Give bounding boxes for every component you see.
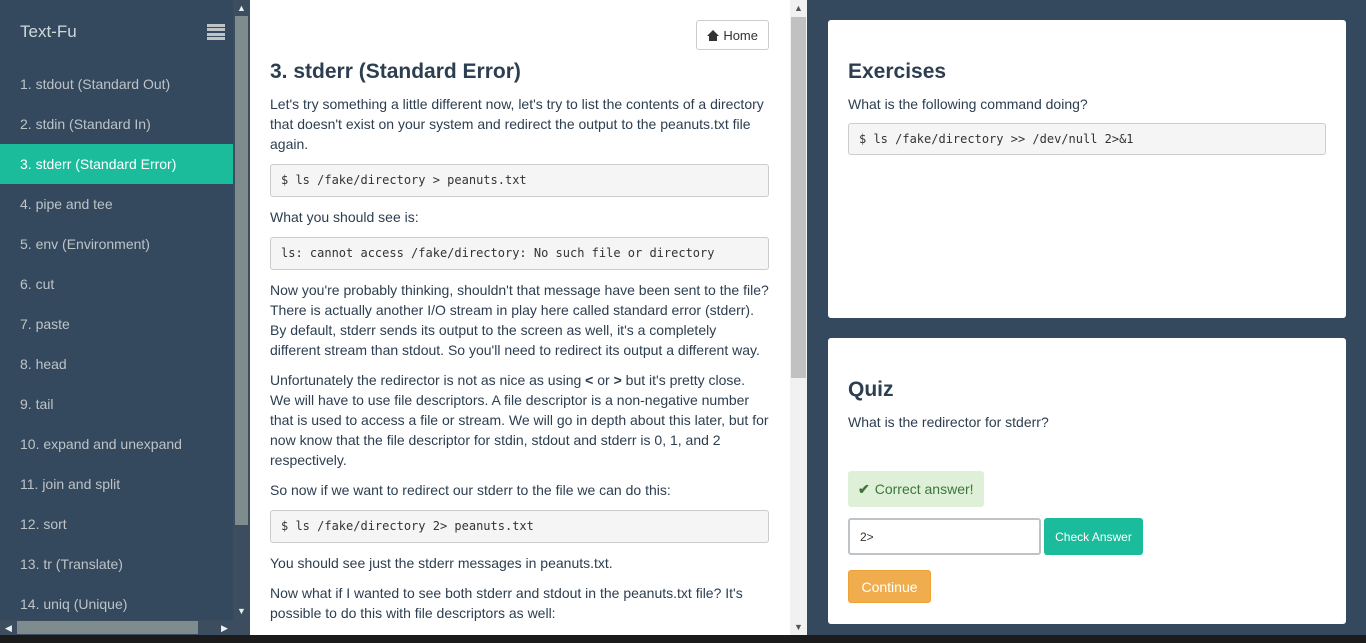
- sidebar-item-env[interactable]: 5. env (Environment): [0, 224, 233, 264]
- exercises-question: What is the following command doing?: [848, 96, 1088, 112]
- menu-icon[interactable]: [207, 24, 225, 40]
- sidebar-item-tr[interactable]: 13. tr (Translate): [0, 544, 233, 584]
- sidebar-item-cut[interactable]: 6. cut: [0, 264, 233, 304]
- scroll-down-arrow-icon[interactable]: ▼: [233, 603, 250, 619]
- sidebar-item-uniq[interactable]: 14. uniq (Unique): [0, 584, 233, 620]
- sidebar: Text-Fu 1. stdout (Standard Out) 2. stdi…: [0, 0, 233, 620]
- quiz-title: Quiz: [848, 378, 894, 401]
- home-icon: [707, 29, 720, 41]
- exercises-title: Exercises: [848, 60, 947, 83]
- sidebar-item-stderr[interactable]: 3. stderr (Standard Error): [0, 144, 233, 184]
- sidebar-scroll-thumb[interactable]: [235, 16, 248, 525]
- lesson-paragraph: Now you're probably thinking, shouldn't …: [270, 282, 769, 358]
- lesson-paragraph: What you should see is:: [270, 209, 419, 225]
- scroll-up-arrow-icon[interactable]: ▲: [233, 0, 250, 16]
- sidebar-item-head[interactable]: 8. head: [0, 344, 233, 384]
- sidebar-vertical-scrollbar[interactable]: ▲ ▼: [233, 0, 250, 620]
- sidebar-nav: 1. stdout (Standard Out) 2. stdin (Stand…: [0, 64, 233, 620]
- sidebar-item-expand-unexpand[interactable]: 10. expand and unexpand: [0, 424, 233, 464]
- sidebar-item-stdin[interactable]: 2. stdin (Standard In): [0, 104, 233, 144]
- code-block: ls: cannot access /fake/directory: No su…: [270, 237, 769, 270]
- brand-title[interactable]: Text-Fu: [20, 22, 77, 42]
- home-button[interactable]: Home: [696, 20, 769, 50]
- lesson-content: Home 3. stderr (Standard Error) Let's tr…: [250, 0, 790, 635]
- quiz-panel: Quiz What is the redirector for stderr? …: [828, 338, 1346, 624]
- text-span: or: [593, 372, 614, 388]
- scroll-right-arrow-icon[interactable]: ▶: [216, 620, 233, 636]
- sidebar-item-paste[interactable]: 7. paste: [0, 304, 233, 344]
- quiz-question: What is the redirector for stderr?: [848, 414, 1049, 430]
- sidebar-item-sort[interactable]: 12. sort: [0, 504, 233, 544]
- sidebar-hscroll-thumb[interactable]: [17, 621, 198, 634]
- home-label: Home: [723, 27, 758, 43]
- check-icon: ✔: [858, 480, 870, 497]
- scrollbar-corner: [233, 620, 250, 635]
- continue-button[interactable]: Continue: [848, 570, 931, 603]
- lesson-paragraph: Unfortunately the redirector is not as n…: [270, 370, 769, 470]
- feedback-text: Correct answer!: [874, 481, 974, 497]
- content-vertical-scrollbar[interactable]: ▲ ▼: [790, 0, 807, 635]
- content-scroll-thumb[interactable]: [791, 17, 806, 378]
- sidebar-item-tail[interactable]: 9. tail: [0, 384, 233, 424]
- lesson-paragraph: So now if we want to redirect our stderr…: [270, 482, 671, 498]
- correct-answer-alert: ✔ Correct answer!: [848, 471, 984, 507]
- lesson-paragraph: Now what if I wanted to see both stderr …: [270, 585, 743, 621]
- sidebar-item-stdout[interactable]: 1. stdout (Standard Out): [0, 64, 233, 104]
- code-block: $ ls /fake/directory 2> peanuts.txt: [270, 510, 769, 543]
- exercise-code-block: $ ls /fake/directory >> /dev/null 2>&1: [848, 123, 1326, 155]
- taskbar-strip: [0, 635, 1366, 643]
- scroll-up-arrow-icon[interactable]: ▲: [790, 0, 807, 16]
- sidebar-horizontal-scrollbar[interactable]: ◀ ▶: [0, 620, 233, 635]
- check-answer-button[interactable]: Check Answer: [1044, 518, 1143, 555]
- lesson-title: 3. stderr (Standard Error): [270, 60, 521, 83]
- answer-input[interactable]: [848, 518, 1041, 555]
- scroll-left-arrow-icon[interactable]: ◀: [0, 620, 17, 636]
- sidebar-item-pipe-and-tee[interactable]: 4. pipe and tee: [0, 184, 233, 224]
- scroll-down-arrow-icon[interactable]: ▼: [790, 619, 807, 635]
- sidebar-item-join-split[interactable]: 11. join and split: [0, 464, 233, 504]
- operator: >: [613, 372, 622, 388]
- text-span: Unfortunately the redirector is not as n…: [270, 372, 586, 388]
- lesson-paragraph: You should see just the stderr messages …: [270, 555, 613, 571]
- lesson-paragraph: Let's try something a little different n…: [270, 96, 764, 152]
- code-block: $ ls /fake/directory > peanuts.txt: [270, 164, 769, 197]
- exercises-panel: Exercises What is the following command …: [828, 20, 1346, 318]
- sidebar-header: Text-Fu: [0, 0, 233, 64]
